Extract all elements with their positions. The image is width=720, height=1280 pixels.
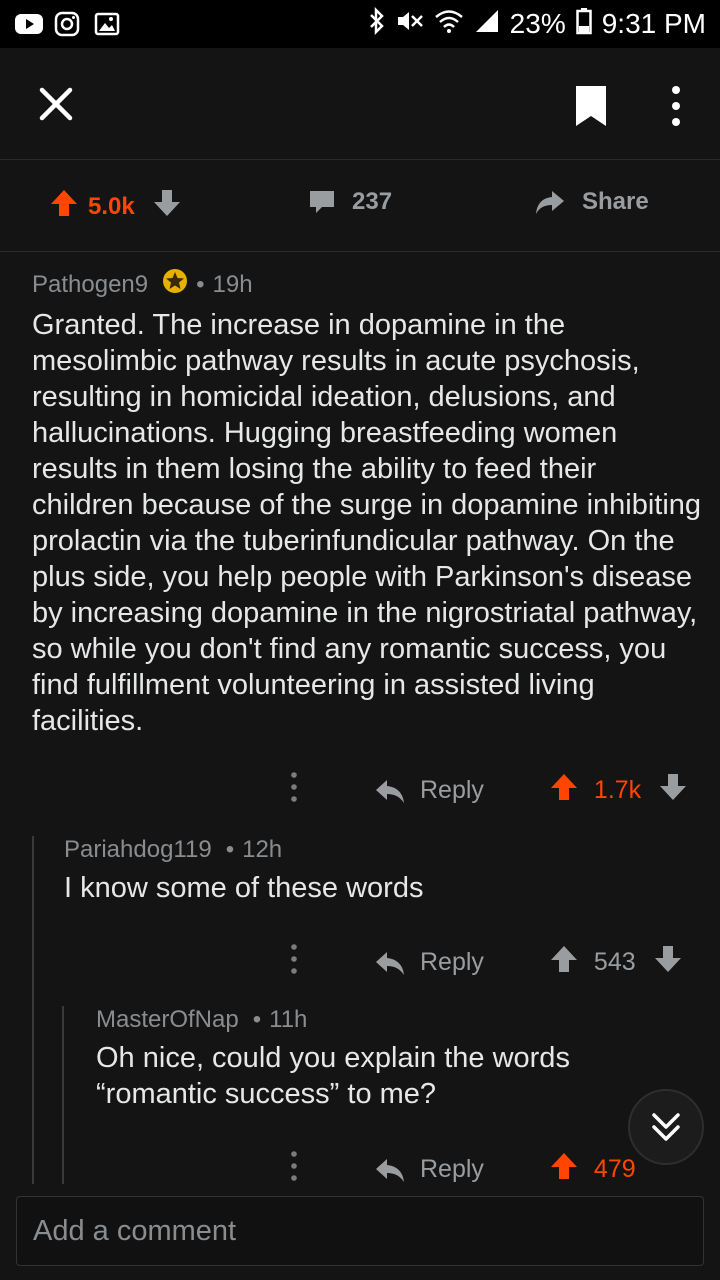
status-bar: 23% 9:31 PM — [0, 0, 720, 48]
mute-icon — [396, 8, 424, 41]
comment-score: 1.7k — [593, 776, 642, 804]
comment-age: 11h — [269, 1006, 308, 1033]
downvote-arrow-icon — [153, 190, 180, 216]
reply-label: Reply — [420, 776, 484, 804]
comment-meta: Pathogen9 • 19h — [32, 268, 702, 301]
upvote-arrow-icon — [51, 190, 77, 216]
comment-meta: Pariahdog119 • 12h — [64, 836, 684, 864]
reply-arrow-icon — [376, 951, 404, 975]
downvote-button[interactable] — [659, 772, 687, 809]
comment-author[interactable]: Pariahdog119 — [64, 836, 212, 864]
more-options-button[interactable] — [664, 84, 688, 128]
bookmark-icon — [576, 86, 606, 126]
wifi-icon — [434, 8, 464, 41]
more-vertical-icon — [291, 772, 297, 802]
comment-score: 479 — [593, 1155, 636, 1183]
more-vertical-icon — [672, 86, 680, 126]
meta-separator: • — [225, 836, 235, 863]
more-vertical-icon — [291, 944, 297, 974]
comment-body: Granted. The increase in dopamine in the… — [32, 309, 702, 737]
upvote-arrow-icon — [550, 774, 577, 800]
comment-body: I know some of these words — [64, 872, 424, 904]
thread-line — [62, 1006, 64, 1184]
comment-age: 19h — [212, 270, 253, 298]
add-comment-input[interactable]: Add a comment — [16, 1196, 704, 1266]
clock: 9:31 PM — [601, 8, 706, 39]
upvote-button[interactable] — [550, 1151, 578, 1188]
meta-separator: • — [252, 1006, 262, 1033]
comment-author[interactable]: Pathogen9 — [32, 271, 148, 299]
bookmark-button[interactable] — [574, 84, 608, 128]
upvote-arrow-icon — [550, 1153, 577, 1179]
comment-actions: Reply 1.7k — [284, 770, 687, 811]
comment-body: Oh nice, could you explain the words “ro… — [96, 1042, 570, 1110]
youtube-icon — [14, 11, 43, 37]
comments-count-button[interactable]: 237 — [308, 188, 392, 216]
reply-button[interactable]: Reply — [374, 948, 484, 977]
upvote-button[interactable] — [50, 188, 78, 225]
post-action-bar: 5.0k 237 Share — [0, 160, 720, 252]
share-arrow-icon — [536, 191, 564, 214]
next-comment-button[interactable] — [628, 1089, 704, 1165]
close-button[interactable] — [36, 84, 76, 124]
post-header — [0, 48, 720, 160]
battery-icon — [575, 7, 592, 42]
award-icon — [162, 268, 188, 301]
chevron-double-down-icon — [652, 1113, 680, 1141]
upvote-arrow-icon — [550, 946, 577, 972]
reply-arrow-icon — [376, 779, 404, 803]
downvote-button[interactable] — [153, 188, 181, 225]
comment-actions: Reply 543 — [284, 942, 682, 983]
comment-score: 543 — [593, 948, 636, 976]
upvote-button[interactable] — [550, 944, 578, 981]
post-score: 5.0k — [88, 192, 135, 220]
reply-label: Reply — [420, 1155, 484, 1183]
battery-percentage: 23% — [509, 8, 566, 39]
reply-label: Reply — [420, 948, 484, 976]
comment-more-button[interactable] — [284, 942, 304, 983]
comment: MasterOfNap • 11h Oh nice, could you exp… — [96, 1006, 656, 1112]
share-label: Share — [582, 188, 649, 215]
bluetooth-icon — [368, 6, 386, 42]
comment-age: 12h — [242, 836, 283, 863]
comments-count: 237 — [352, 188, 393, 215]
meta-separator: • — [196, 270, 205, 298]
comment: Pathogen9 • 19h Granted. The increase in… — [32, 268, 702, 739]
signal-icon — [474, 8, 500, 41]
downvote-arrow-icon — [654, 946, 681, 972]
comment-author[interactable]: MasterOfNap — [96, 1006, 239, 1034]
instagram-icon — [54, 11, 82, 37]
thread-line — [32, 836, 34, 1184]
post-vote: 5.0k — [50, 188, 181, 225]
gallery-icon — [94, 11, 122, 37]
comment-bubble-icon — [310, 191, 334, 213]
downvote-button[interactable] — [654, 944, 682, 981]
upvote-button[interactable] — [550, 772, 578, 809]
downvote-arrow-icon — [660, 774, 687, 800]
more-vertical-icon — [291, 1151, 297, 1181]
close-icon — [39, 87, 73, 121]
comment-composer: Add a comment — [0, 1184, 720, 1280]
reply-arrow-icon — [376, 1158, 404, 1182]
reply-button[interactable]: Reply — [374, 1155, 484, 1184]
comment-meta: MasterOfNap • 11h — [96, 1006, 656, 1034]
share-button[interactable]: Share — [534, 188, 649, 216]
comment: Pariahdog119 • 12h I know some of these … — [64, 836, 684, 906]
reply-button[interactable]: Reply — [374, 776, 484, 805]
comment-more-button[interactable] — [284, 770, 304, 811]
